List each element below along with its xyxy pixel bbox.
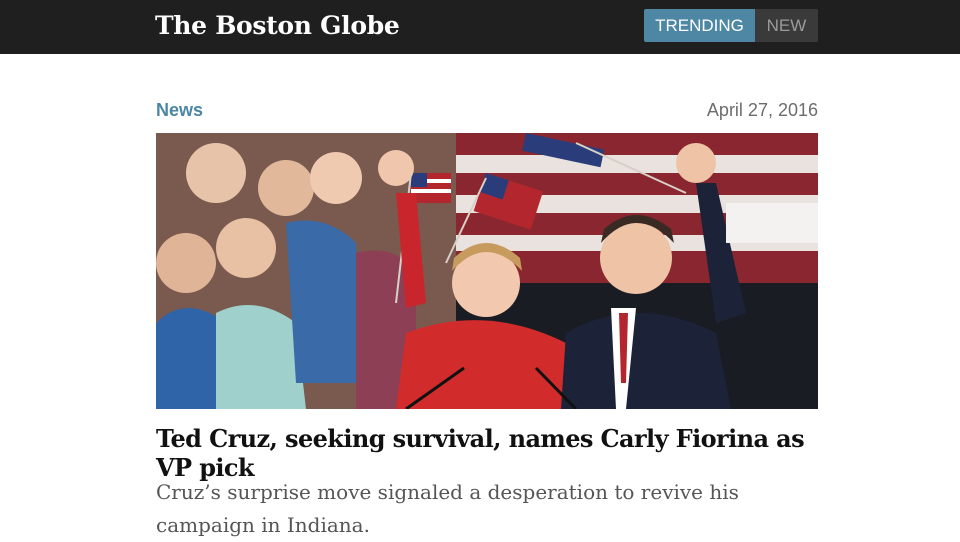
section-label[interactable]: News (156, 100, 203, 121)
article-dek: Cruz’s surprise move signaled a desperat… (156, 480, 739, 537)
site-logo[interactable]: The Boston Globe (155, 9, 400, 43)
tab-new[interactable]: NEW (755, 9, 818, 42)
top-bar: The Boston Globe TRENDING NEW (0, 0, 960, 54)
photo-illustration (156, 133, 818, 409)
article-headline[interactable]: Ted Cruz, seeking survival, names Carly … (156, 424, 846, 482)
article-date: April 27, 2016 (706, 100, 818, 120)
tab-trending[interactable]: TRENDING (644, 9, 755, 42)
article-photo[interactable] (156, 133, 818, 409)
feed-toggle: TRENDING NEW (644, 9, 818, 42)
